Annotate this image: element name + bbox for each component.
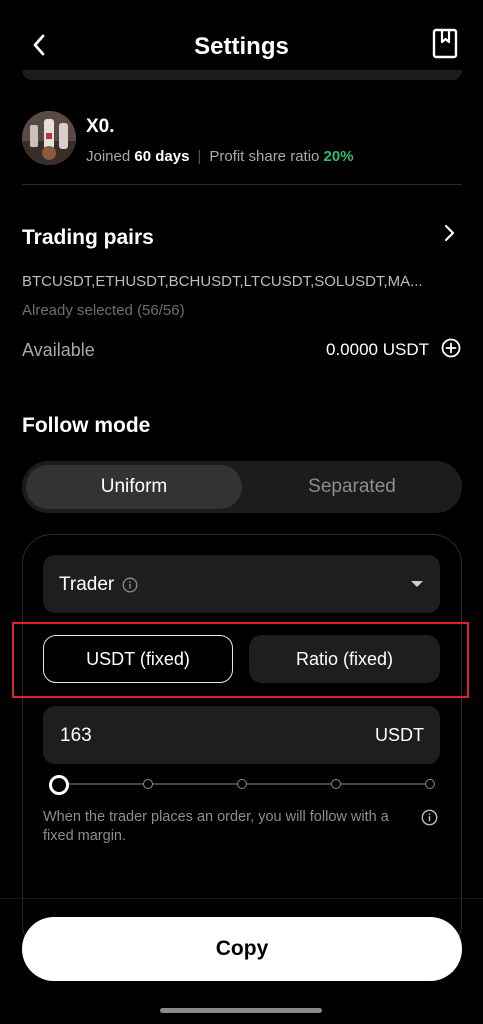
amount-unit: USDT	[375, 725, 424, 745]
divider	[22, 184, 462, 185]
meta-separator: |	[197, 148, 202, 165]
available-label: Available	[22, 340, 95, 360]
guide-button[interactable]	[430, 28, 460, 60]
amount-value: 163	[60, 725, 92, 746]
trading-pairs-selected-count: Already selected (56/56)	[22, 302, 185, 319]
role-dropdown-value: Trader	[59, 574, 115, 595]
copy-button[interactable]: Copy	[22, 917, 462, 981]
chevron-right-icon	[444, 224, 455, 242]
trader-name: X0.	[86, 116, 115, 137]
info-icon[interactable]	[122, 577, 138, 593]
caret-down-icon	[411, 581, 423, 587]
joined-value: 60 days	[134, 148, 190, 165]
available-balance: 0.0000 USDT	[326, 340, 429, 359]
home-indicator[interactable]	[160, 1008, 322, 1013]
amount-input[interactable]: 163 USDT	[43, 706, 440, 764]
slider-step[interactable]	[331, 779, 341, 789]
header-bar: Settings	[0, 0, 483, 80]
follow-mode-title: Follow mode	[22, 414, 151, 437]
tab-uniform[interactable]: Uniform	[26, 465, 242, 509]
scrolled-card-edge	[22, 70, 462, 80]
slider-step[interactable]	[425, 779, 435, 789]
trader-meta: Joined 60 days | Profit share ratio 20%	[86, 148, 354, 165]
plus-circle-icon	[441, 338, 461, 358]
role-dropdown[interactable]: Trader	[43, 555, 440, 613]
usdt-fixed-button[interactable]: USDT (fixed)	[43, 635, 233, 683]
tab-separated[interactable]: Separated	[244, 465, 460, 509]
book-icon	[432, 28, 458, 59]
footer-divider	[0, 898, 483, 899]
slider-thumb[interactable]	[49, 775, 69, 795]
follow-mode-toggle: Uniform Separated	[22, 461, 462, 513]
profit-share-value: 20%	[323, 148, 354, 165]
slider-step[interactable]	[143, 779, 153, 789]
info-icon[interactable]	[421, 809, 438, 826]
profit-share-label: Profit share ratio	[209, 148, 320, 165]
trading-pairs-list: BTCUSDT,ETHUSDT,BCHUSDT,LTCUSDT,SOLUSDT,…	[22, 273, 423, 290]
ratio-fixed-button[interactable]: Ratio (fixed)	[249, 635, 440, 683]
joined-label: Joined	[86, 148, 131, 165]
trading-pairs-button[interactable]	[438, 222, 460, 244]
trading-pairs-title[interactable]: Trading pairs	[22, 226, 154, 250]
slider-step[interactable]	[237, 779, 247, 789]
page-title: Settings	[194, 33, 289, 60]
add-funds-button[interactable]	[441, 338, 461, 358]
helper-text: When the trader places an order, you wil…	[43, 809, 389, 844]
avatar[interactable]	[22, 111, 76, 165]
amount-slider[interactable]	[48, 772, 440, 796]
